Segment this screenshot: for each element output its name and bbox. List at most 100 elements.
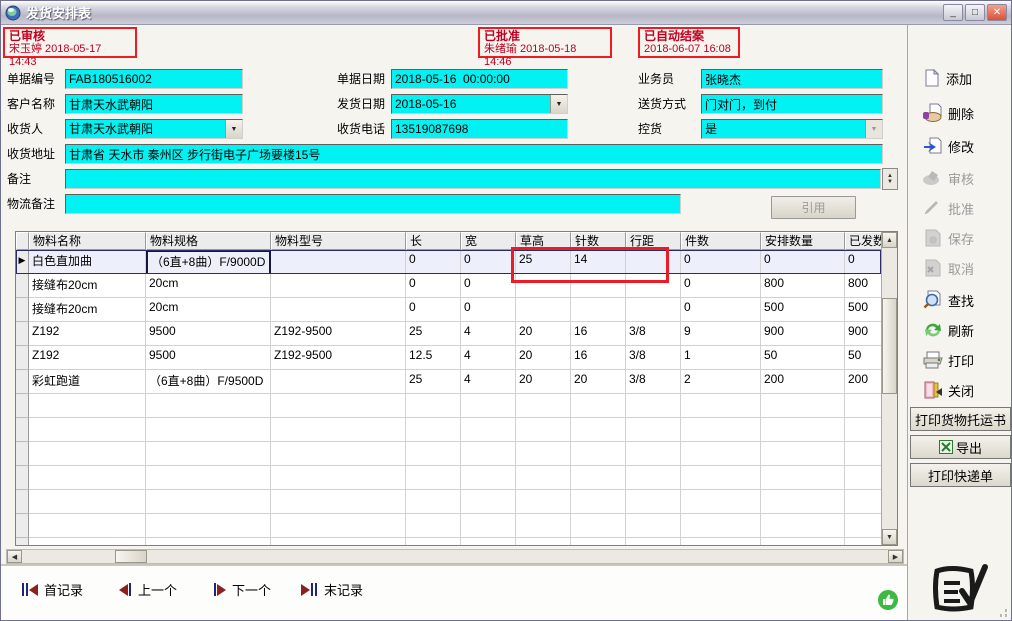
table-row[interactable]: Z1929500Z192-950025420163/89900900 [16,322,881,346]
row-indicator[interactable] [16,370,29,394]
table-cell[interactable]: 20 [571,370,626,394]
table-row[interactable] [16,490,881,514]
table-cell[interactable]: 接缝布20cm [29,274,146,298]
table-cell[interactable]: 9500 [146,322,271,346]
table-cell[interactable]: 20 [516,370,571,394]
table-cell[interactable]: 4 [461,346,516,370]
close-button[interactable]: ✕ [987,4,1007,21]
table-cell[interactable]: 0 [681,250,761,274]
table-cell[interactable]: 0 [845,250,881,274]
scroll-right-icon[interactable]: ▶ [888,550,903,563]
refresh-button[interactable]: 刷新 [922,317,1012,343]
scroll-up-icon[interactable]: ▲ [882,232,897,248]
table-row[interactable] [16,466,881,490]
table-cell[interactable] [29,490,146,514]
table-cell[interactable]: 3/8 [626,370,681,394]
table-cell[interactable] [626,514,681,538]
table-cell[interactable]: 25 [406,322,461,346]
table-cell[interactable] [406,466,461,490]
previous-record-button[interactable]: 上一个 [119,580,177,599]
remark-expand-spinner[interactable]: ▲▼ [882,168,898,190]
table-cell[interactable] [626,490,681,514]
table-cell[interactable] [271,298,406,322]
control-goods-combobox[interactable]: 是 ▼ [701,119,883,139]
table-cell[interactable] [516,466,571,490]
table-cell[interactable]: 3/8 [626,322,681,346]
table-row[interactable]: 彩虹跑道（6直+8曲）F/9500D25420203/82200200 [16,370,881,394]
table-cell[interactable] [406,538,461,545]
row-indicator[interactable] [16,298,29,322]
table-cell[interactable] [681,514,761,538]
table-cell[interactable] [271,514,406,538]
table-cell[interactable]: 800 [761,274,845,298]
table-cell[interactable]: 14 [571,250,626,274]
table-cell[interactable] [516,490,571,514]
column-header[interactable]: 件数 [681,232,761,250]
print-express-button[interactable]: 打印快递单 [910,463,1011,487]
table-cell[interactable] [571,466,626,490]
table-horizontal-scrollbar[interactable]: ◀ ▶ [6,549,904,564]
table-cell[interactable] [845,442,881,466]
table-cell[interactable] [626,250,681,274]
delete-button[interactable]: 删除 [922,100,1012,126]
first-record-button[interactable]: 首记录 [21,580,83,599]
doc-no-input[interactable] [65,69,243,89]
table-cell[interactable] [516,418,571,442]
table-cell[interactable]: 接缝布20cm [29,298,146,322]
table-cell[interactable]: 25 [516,250,571,274]
table-cell[interactable]: Z192-9500 [271,346,406,370]
table-cell[interactable] [626,418,681,442]
table-cell[interactable] [626,538,681,545]
chevron-down-icon[interactable]: ▼ [225,120,242,138]
table-cell[interactable] [406,418,461,442]
table-cell[interactable] [571,418,626,442]
table-cell[interactable] [461,394,516,418]
table-cell[interactable]: Z192-9500 [271,322,406,346]
table-cell[interactable] [626,298,681,322]
doc-date-input[interactable] [391,69,568,89]
table-cell[interactable] [406,442,461,466]
row-indicator[interactable] [16,274,29,298]
table-cell[interactable] [571,394,626,418]
table-cell[interactable] [571,274,626,298]
table-cell[interactable]: 2 [681,370,761,394]
row-indicator[interactable] [16,418,29,442]
table-cell[interactable]: 0 [681,274,761,298]
row-indicator[interactable] [16,442,29,466]
next-record-button[interactable]: 下一个 [213,580,271,599]
address-input[interactable] [65,144,883,164]
table-cell[interactable] [29,442,146,466]
table-cell[interactable] [761,442,845,466]
table-cell[interactable]: 4 [461,370,516,394]
table-cell[interactable]: 500 [845,298,881,322]
notes-checklist-icon[interactable] [929,561,991,619]
table-cell[interactable] [761,490,845,514]
table-cell[interactable]: 4 [461,322,516,346]
table-cell[interactable] [845,394,881,418]
table-cell[interactable]: Z192 [29,322,146,346]
table-cell[interactable]: 200 [845,370,881,394]
table-cell[interactable] [461,514,516,538]
table-cell[interactable] [761,514,845,538]
row-indicator[interactable] [16,466,29,490]
print-consignment-button[interactable]: 打印货物托运书 [910,407,1011,431]
row-indicator[interactable] [16,514,29,538]
row-indicator[interactable] [16,490,29,514]
table-cell[interactable]: 500 [761,298,845,322]
table-row[interactable] [16,418,881,442]
table-cell[interactable]: 0 [761,250,845,274]
table-cell[interactable]: 0 [406,298,461,322]
table-cell[interactable] [461,418,516,442]
table-cell[interactable] [681,442,761,466]
table-cell[interactable] [29,466,146,490]
table-cell[interactable] [406,490,461,514]
table-cell[interactable] [271,370,406,394]
table-cell[interactable] [146,394,271,418]
close-form-button[interactable]: 关闭 [922,377,1012,403]
table-cell[interactable]: Z192 [29,346,146,370]
table-cell[interactable] [626,442,681,466]
column-header[interactable]: 物料名称 [29,232,146,250]
table-cell[interactable] [845,514,881,538]
horizontal-scroll-thumb[interactable] [115,550,147,563]
table-cell[interactable] [146,538,271,545]
